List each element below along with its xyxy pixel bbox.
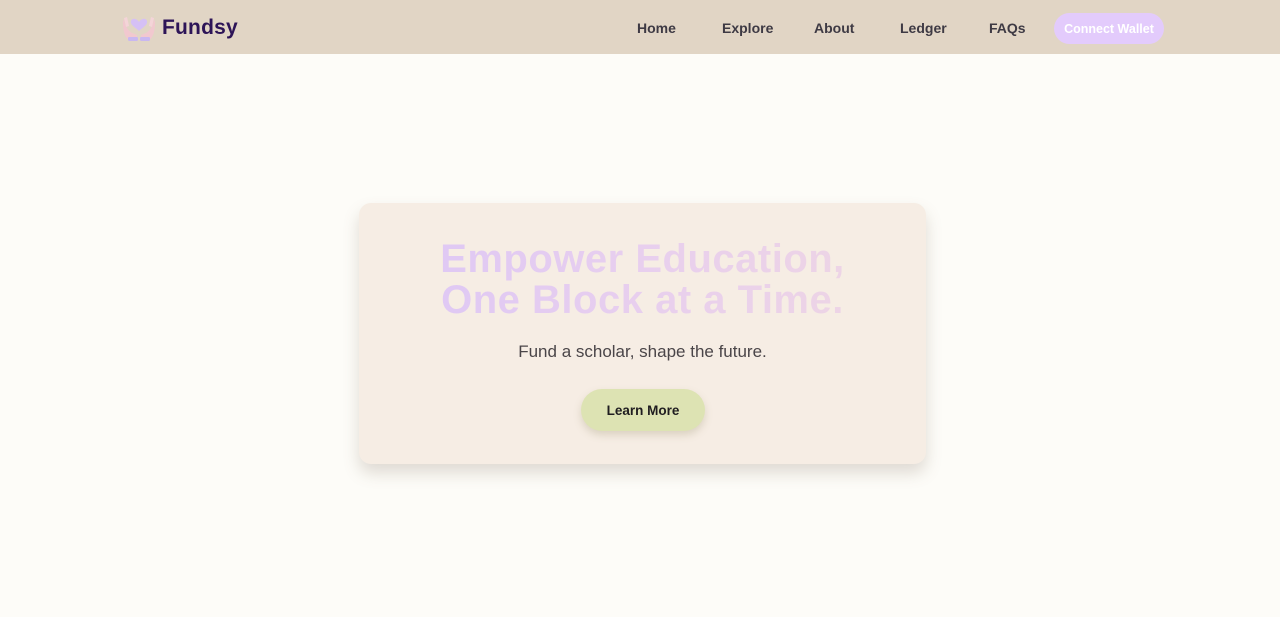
nav-about-link[interactable]: About — [814, 18, 854, 38]
nav-faqs-link[interactable]: FAQs — [989, 18, 1026, 38]
brand-logo[interactable]: Fundsy — [121, 12, 238, 44]
nav-ledger-link[interactable]: Ledger — [900, 18, 947, 38]
nav-explore-link[interactable]: Explore — [722, 18, 773, 38]
navbar: Fundsy Home Explore About Ledger FAQs Co… — [0, 0, 1280, 54]
hero-title-line-2: One Block at a Time. — [441, 278, 844, 322]
hero-subtitle: Fund a scholar, shape the future. — [518, 342, 767, 361]
hero-title: Empower Education, One Block at a Time. — [359, 239, 926, 321]
brand-name: Fundsy — [162, 16, 238, 39]
connect-wallet-button[interactable]: Connect Wallet — [1054, 13, 1164, 44]
learn-more-button[interactable]: Learn More — [581, 389, 705, 431]
hero-title-line-1: Empower Education, — [440, 237, 845, 281]
heart-hands-icon — [121, 13, 157, 43]
hero-card: Empower Education, One Block at a Time. … — [359, 203, 926, 464]
nav-home-link[interactable]: Home — [637, 18, 676, 38]
